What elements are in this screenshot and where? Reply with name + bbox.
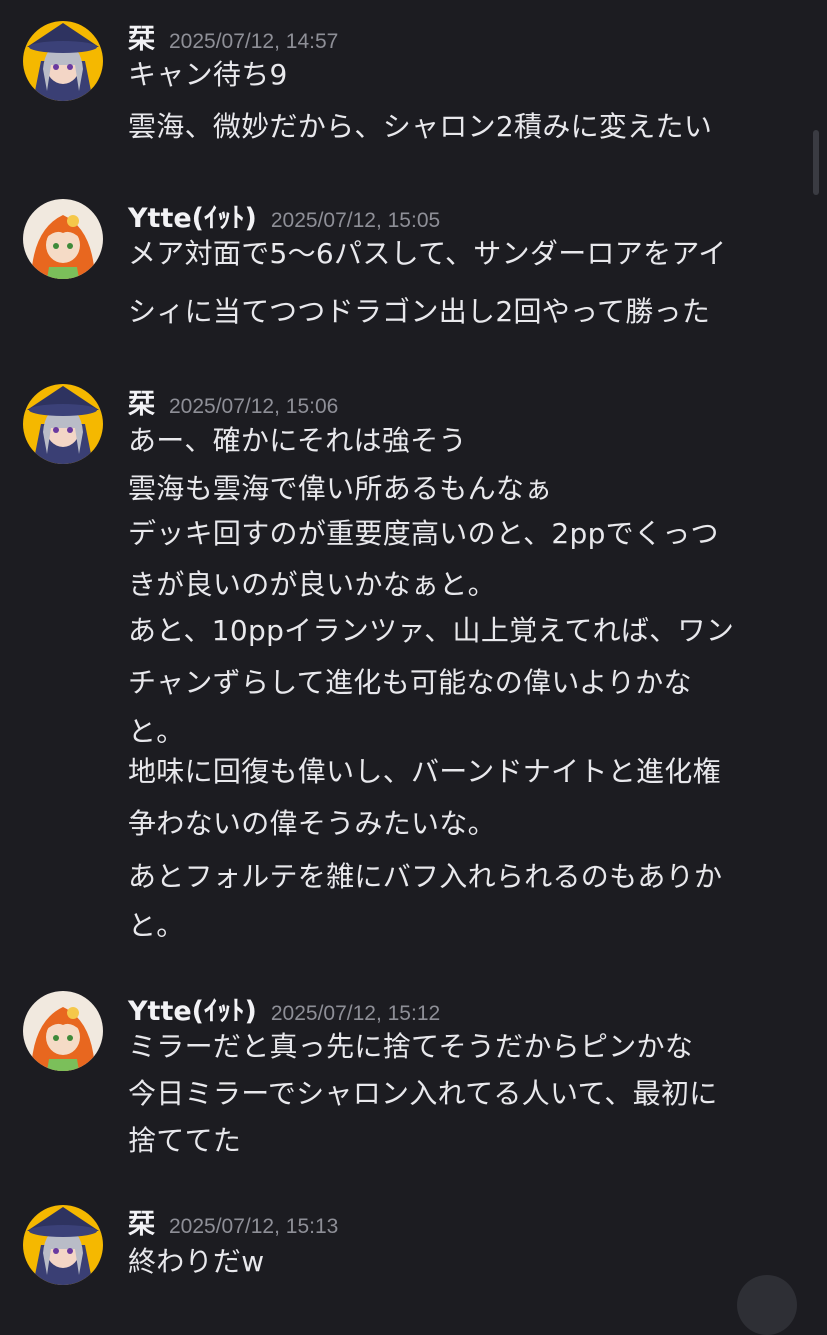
message-text: 終わりだw: [128, 1245, 265, 1278]
witch-avatar-icon: [23, 384, 103, 464]
message-text: メア対面で5〜6パスして、サンダーロアをアイ: [128, 237, 727, 270]
witch-avatar-icon: [23, 1205, 103, 1285]
jump-to-bottom-button[interactable]: [737, 1275, 797, 1335]
message-text: ミラーだと真っ先に捨てそうだからピンかな: [128, 1030, 694, 1063]
message-text: 今日ミラーでシャロン入れてる人いて、最初に: [128, 1077, 718, 1110]
message-text: シィに当てつつドラゴン出し2回やって勝った: [128, 295, 711, 328]
message-text: デッキ回すのが重要度高いのと、2ppでくっつ: [128, 517, 719, 550]
message-header: Ytte(ｲｯﾄ) 2025/07/12, 15:05: [128, 196, 441, 234]
username[interactable]: 栞: [128, 24, 155, 55]
message-text: キャン待ち9: [128, 58, 288, 91]
avatar[interactable]: [23, 21, 103, 101]
orange-hair-avatar-icon: [23, 991, 103, 1071]
username[interactable]: 栞: [128, 389, 155, 420]
witch-avatar-icon: [23, 21, 103, 101]
timestamp: 2025/07/12, 15:12: [270, 1002, 441, 1025]
timestamp: 2025/07/12, 15:13: [169, 1215, 339, 1238]
message-text: と。: [128, 909, 185, 942]
timestamp: 2025/07/12, 14:57: [169, 30, 339, 53]
message-text: あー、確かにそれは強そう: [128, 424, 467, 457]
username[interactable]: 栞: [128, 1209, 155, 1240]
message-header: 栞 2025/07/12, 15:06: [128, 382, 339, 420]
message-text: あとフォルテを雑にバフ入れられるのもありか: [128, 860, 723, 893]
username[interactable]: Ytte(ｲｯﾄ): [128, 203, 257, 234]
username[interactable]: Ytte(ｲｯﾄ): [128, 996, 257, 1027]
message-text: きが良いのが良いかなぁと。: [128, 568, 496, 601]
message-text: と。: [128, 715, 185, 748]
avatar[interactable]: [23, 991, 103, 1071]
message-text: あと、10ppイランツァ、山上覚えてれば、ワン: [128, 614, 735, 647]
message-header: 栞 2025/07/12, 15:13: [128, 1202, 339, 1240]
avatar[interactable]: [23, 1205, 103, 1285]
message-header: Ytte(ｲｯﾄ) 2025/07/12, 15:12: [128, 989, 441, 1027]
message-text: 雲海も雲海で偉い所あるもんなぁ: [128, 472, 553, 505]
chat-message-list[interactable]: 栞 2025/07/12, 14:57 キャン待ち9 雲海、微妙だから、シャロン2…: [0, 0, 827, 1335]
scrollbar[interactable]: [813, 130, 819, 195]
avatar[interactable]: [23, 384, 103, 464]
timestamp: 2025/07/12, 15:05: [270, 209, 441, 232]
message-header: 栞 2025/07/12, 14:57: [128, 17, 339, 55]
message-text: チャンずらして進化も可能なの偉いよりかな: [128, 666, 692, 699]
timestamp: 2025/07/12, 15:06: [169, 395, 339, 418]
message-text: 地味に回復も偉いし、バーンドナイトと進化権: [128, 755, 721, 788]
message-text: 捨ててた: [128, 1124, 242, 1157]
avatar[interactable]: [23, 199, 103, 279]
orange-hair-avatar-icon: [23, 199, 103, 279]
message-text: 雲海、微妙だから、シャロン2積みに変えたい: [128, 110, 713, 143]
message-text: 争わないの偉そうみたいな。: [128, 807, 496, 840]
